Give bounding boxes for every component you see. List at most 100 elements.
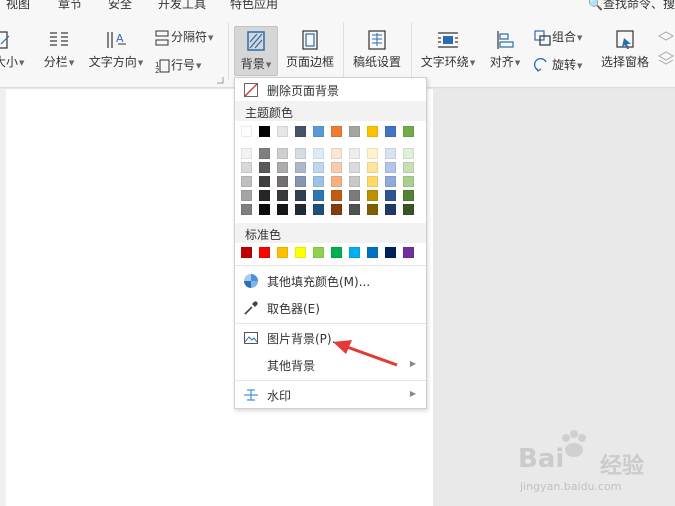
color-swatch[interactable] [367, 247, 378, 258]
color-swatch[interactable] [259, 204, 270, 215]
color-swatch[interactable] [313, 247, 324, 258]
color-swatch[interactable] [241, 190, 252, 201]
color-swatch[interactable] [331, 148, 342, 159]
color-swatch[interactable] [259, 176, 270, 187]
color-swatch[interactable] [295, 247, 306, 258]
color-swatch[interactable] [367, 148, 378, 159]
color-swatch[interactable] [277, 126, 288, 137]
color-swatch[interactable] [349, 126, 360, 137]
color-swatch[interactable] [385, 204, 396, 215]
page-border-button[interactable]: 页面边框 [282, 30, 338, 70]
selection-pane-button[interactable]: 选择窗格 [600, 30, 650, 70]
color-swatch[interactable] [367, 126, 378, 137]
tab-view[interactable]: 视图 [6, 0, 30, 12]
color-swatch[interactable] [313, 148, 324, 159]
color-swatch[interactable] [331, 176, 342, 187]
color-swatch[interactable] [403, 204, 414, 215]
remove-page-background-item[interactable]: 删除页面背景 [235, 79, 426, 101]
separator-button[interactable]: 分隔符▼ [153, 28, 213, 46]
color-swatch[interactable] [295, 176, 306, 187]
color-swatch[interactable] [367, 190, 378, 201]
color-swatch[interactable] [385, 247, 396, 258]
color-swatch[interactable] [403, 148, 414, 159]
color-swatch[interactable] [241, 176, 252, 187]
color-swatch[interactable] [277, 190, 288, 201]
color-swatch[interactable] [385, 126, 396, 137]
text-direction-button[interactable]: A 文字方向▼ [86, 30, 146, 70]
group-button[interactable]: 组合▼ [534, 28, 582, 46]
color-swatch[interactable] [241, 247, 252, 258]
color-swatch[interactable] [259, 148, 270, 159]
color-swatch[interactable] [241, 204, 252, 215]
dialog-launcher-icon[interactable] [216, 76, 224, 84]
color-swatch[interactable] [259, 162, 270, 173]
color-swatch[interactable] [295, 204, 306, 215]
color-swatch[interactable] [259, 247, 270, 258]
tab-developer[interactable]: 开发工具 [158, 0, 206, 12]
layer-icon[interactable] [657, 30, 675, 70]
color-swatch[interactable] [385, 148, 396, 159]
tab-chapter[interactable]: 章节 [58, 0, 82, 12]
color-swatch[interactable] [349, 204, 360, 215]
color-swatch[interactable] [385, 176, 396, 187]
color-swatch[interactable] [277, 204, 288, 215]
background-button[interactable]: 背景▼ [234, 26, 278, 76]
color-swatch[interactable] [241, 126, 252, 137]
color-swatch[interactable] [313, 162, 324, 173]
color-swatch[interactable] [295, 162, 306, 173]
color-swatch[interactable] [349, 148, 360, 159]
color-swatch[interactable] [403, 176, 414, 187]
color-swatch[interactable] [313, 190, 324, 201]
color-swatch[interactable] [241, 148, 252, 159]
color-swatch[interactable] [331, 247, 342, 258]
color-swatch[interactable] [367, 204, 378, 215]
color-swatch[interactable] [277, 162, 288, 173]
align-button[interactable]: 对齐▼ [488, 30, 522, 70]
color-swatch[interactable] [349, 176, 360, 187]
tab-special[interactable]: 特色应用 [230, 0, 278, 12]
color-swatch[interactable] [295, 148, 306, 159]
other-background-item[interactable]: 其他背景 ▶ [235, 354, 426, 376]
color-swatch[interactable] [403, 190, 414, 201]
color-swatch[interactable] [259, 126, 270, 137]
svg-text:A: A [116, 32, 124, 45]
color-swatch[interactable] [331, 126, 342, 137]
color-swatch[interactable] [403, 247, 414, 258]
color-swatch[interactable] [331, 162, 342, 173]
chevron-down-icon: ▼ [19, 58, 25, 67]
color-swatch[interactable] [295, 126, 306, 137]
rotate-button[interactable]: 旋转▼ [534, 56, 582, 74]
color-swatch[interactable] [385, 162, 396, 173]
color-swatch[interactable] [295, 190, 306, 201]
eyedropper-item[interactable]: 取色器(E) [235, 297, 426, 319]
tab-security[interactable]: 安全 [108, 0, 132, 12]
color-swatch[interactable] [331, 204, 342, 215]
more-fill-colors-item[interactable]: 其他填充颜色(M)... [235, 270, 426, 292]
color-swatch[interactable] [403, 126, 414, 137]
color-swatch[interactable] [331, 190, 342, 201]
color-swatch[interactable] [385, 190, 396, 201]
line-number-button[interactable]: 1 2 行号▼ [153, 56, 201, 75]
paper-setup-button[interactable]: 稿纸设置 [350, 30, 404, 70]
color-swatch[interactable] [349, 247, 360, 258]
color-swatch[interactable] [403, 162, 414, 173]
color-swatch[interactable] [277, 176, 288, 187]
color-swatch[interactable] [241, 162, 252, 173]
color-swatch[interactable] [259, 190, 270, 201]
color-swatch[interactable] [277, 148, 288, 159]
color-swatch[interactable] [367, 162, 378, 173]
color-swatch[interactable] [349, 190, 360, 201]
color-swatch[interactable] [349, 162, 360, 173]
color-swatch[interactable] [277, 247, 288, 258]
search-command[interactable]: 🔍查找命令、搜 [588, 0, 675, 12]
color-swatch[interactable] [313, 126, 324, 137]
columns-button[interactable]: 分栏▼ [38, 30, 80, 70]
color-swatch[interactable] [313, 176, 324, 187]
color-swatch[interactable] [367, 176, 378, 187]
eyedropper-icon [244, 301, 258, 315]
picture-background-item[interactable]: 图片背景(P)... [235, 327, 426, 349]
text-wrap-button[interactable]: 文字环绕▼ [420, 30, 476, 70]
color-swatch[interactable] [313, 204, 324, 215]
watermark-item[interactable]: 水印 ▶ [235, 384, 426, 406]
size-button[interactable]: 大小▼ [0, 30, 24, 70]
